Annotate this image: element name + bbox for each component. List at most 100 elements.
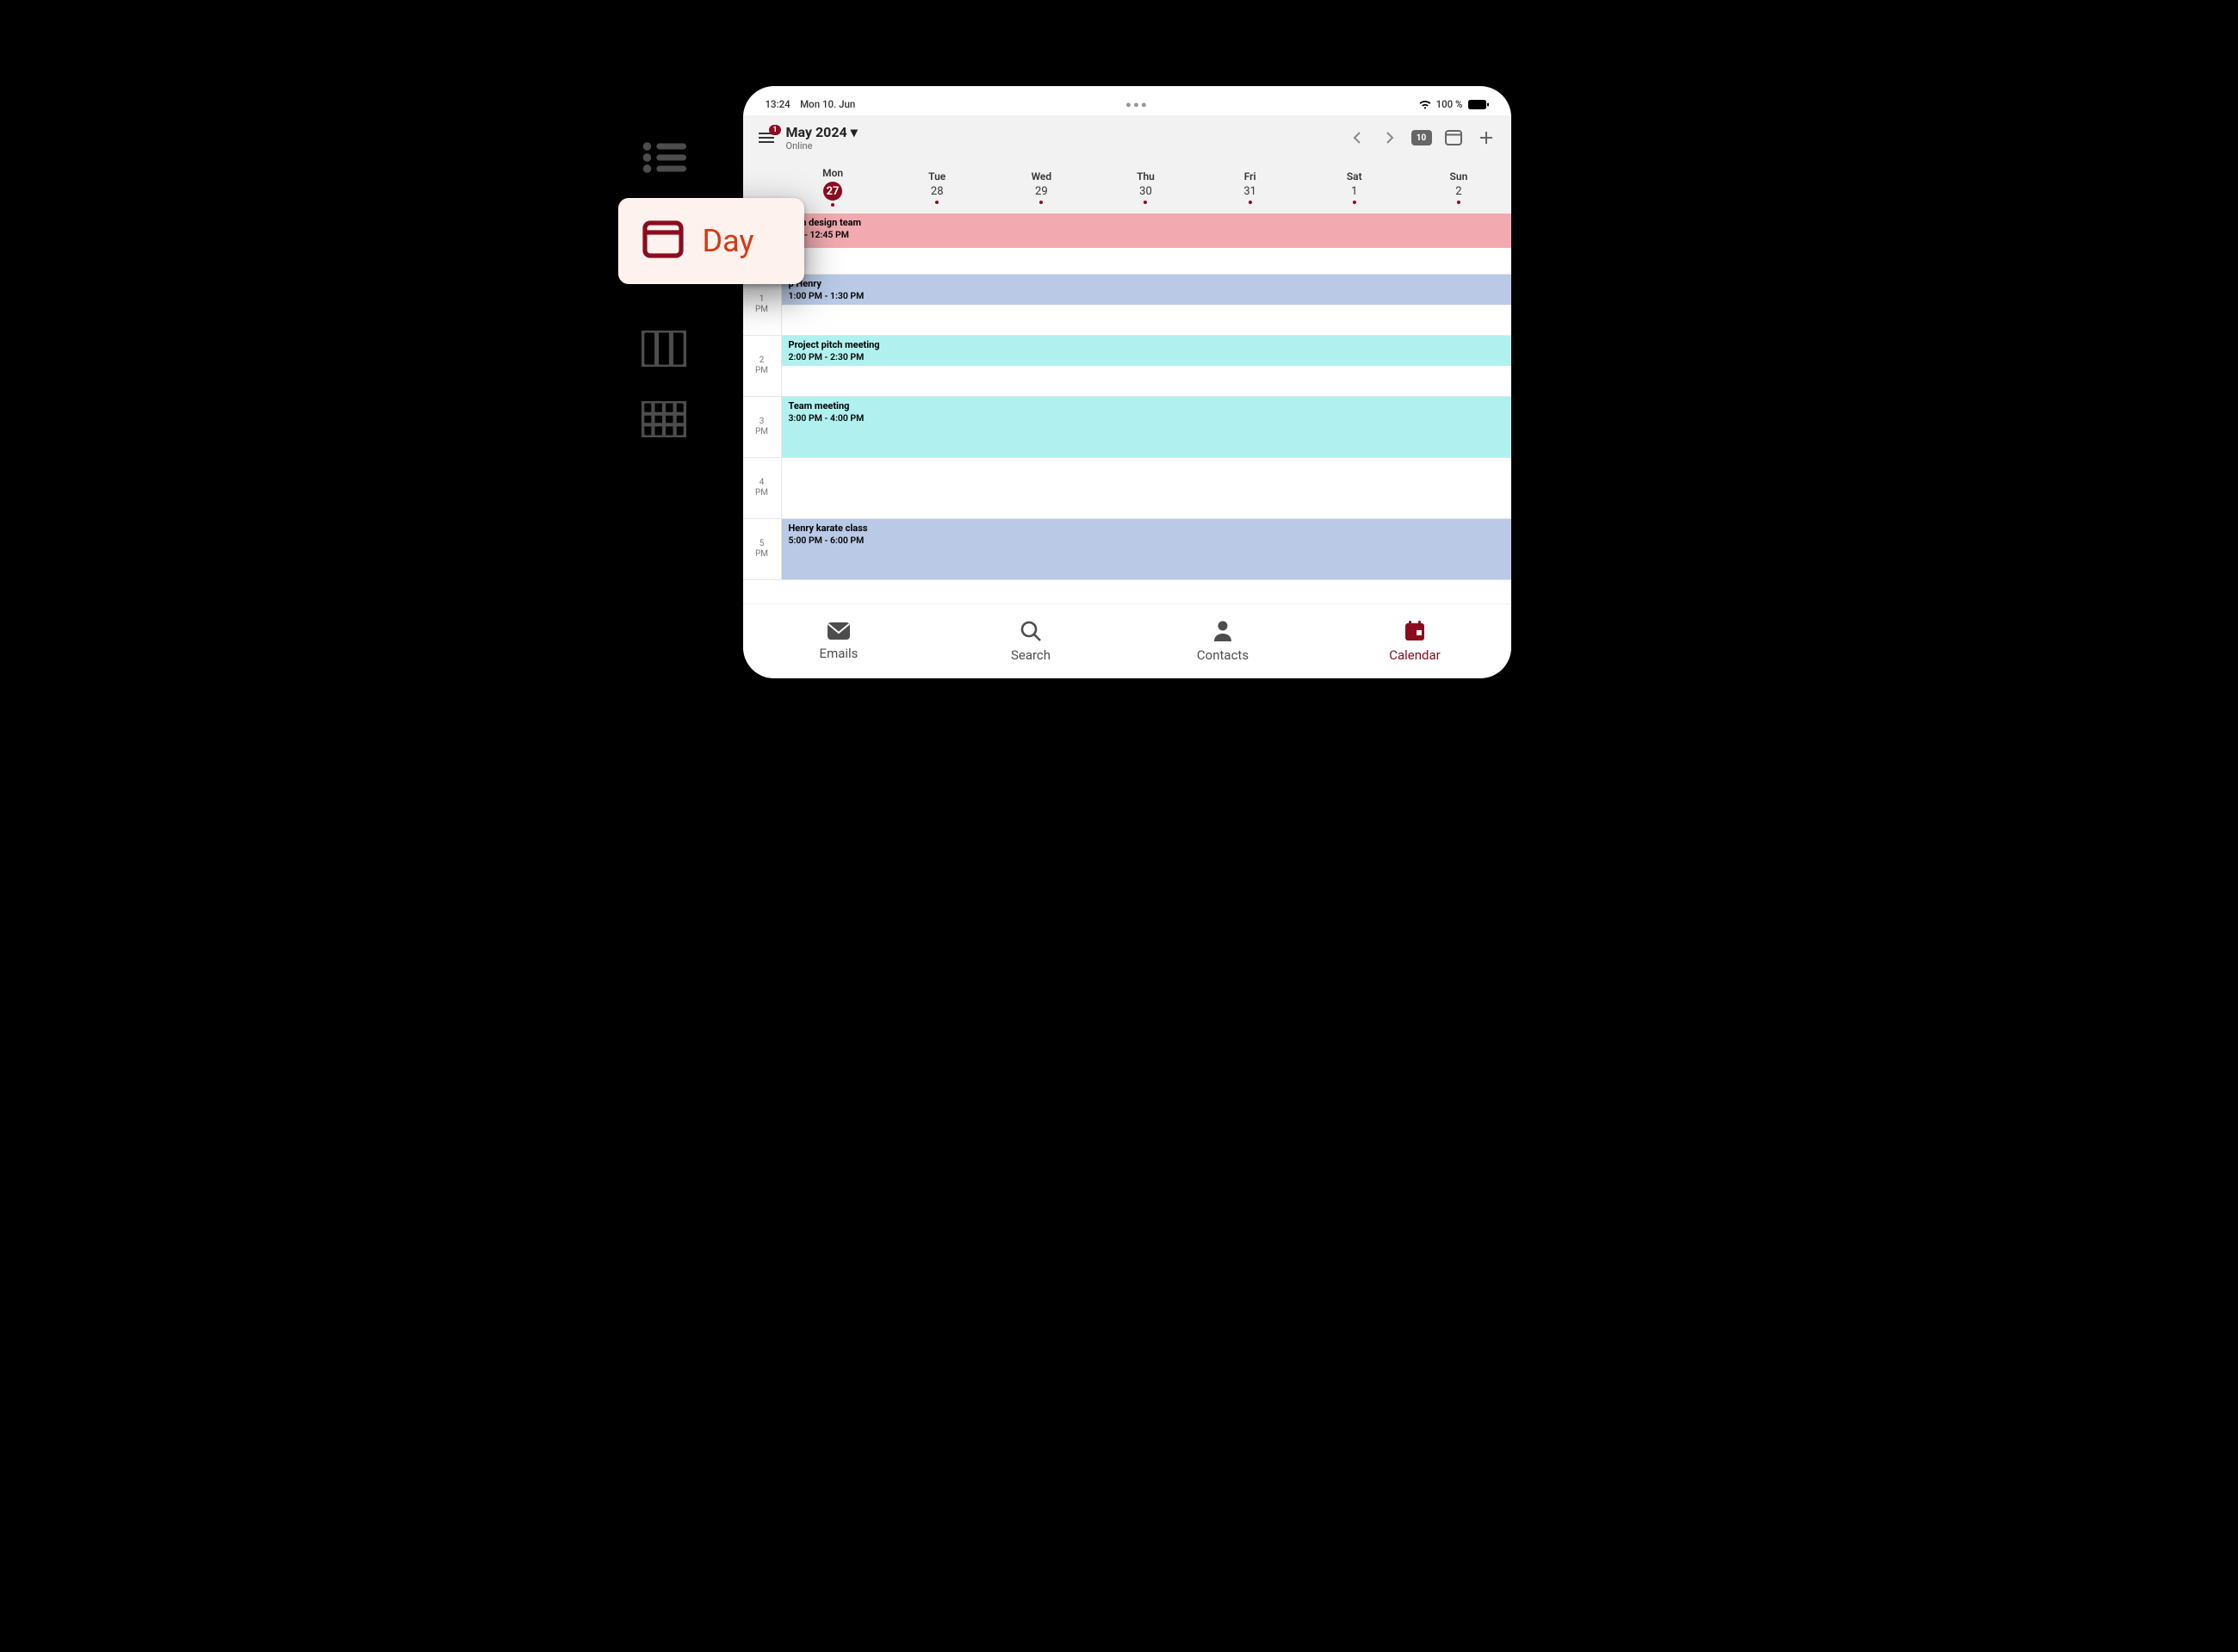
event-dot-icon [1353, 201, 1356, 204]
next-button[interactable] [1379, 127, 1401, 149]
chevron-down-icon: ▾ [851, 124, 858, 140]
view-mode-strip [642, 139, 686, 437]
event-dot-icon [1457, 201, 1460, 204]
day-name: Tue [928, 170, 945, 183]
day-column-fri[interactable]: Fri 31 [1198, 160, 1302, 213]
event-title: with design team [789, 217, 1504, 229]
hour-row[interactable]: 4PM [743, 458, 1511, 519]
hour-content[interactable]: Team meeting3:00 PM - 4:00 PM [782, 397, 1511, 457]
day-name: Mon [822, 167, 843, 179]
day-column-sat[interactable]: Sat 1 [1302, 160, 1406, 213]
day-number: 27 [823, 182, 842, 201]
hour-row[interactable]: 1PMp Henry1:00 PM - 1:30 PM [743, 275, 1511, 336]
hour-row[interactable]: with design teamPM - 12:45 PM [743, 213, 1511, 275]
schedule-grid[interactable]: with design teamPM - 12:45 PM 1PMp Henry1… [743, 213, 1511, 604]
mail-icon [827, 622, 851, 644]
day-number: 31 [1243, 185, 1256, 198]
person-icon [1212, 620, 1233, 646]
today-button[interactable]: 10 [1411, 130, 1432, 145]
event-time: 5:00 PM - 6:00 PM [789, 535, 1504, 547]
ellipsis-icon: ●●● [1125, 98, 1149, 110]
hour-content[interactable]: Project pitch meeting2:00 PM - 2:30 PM [782, 336, 1511, 396]
event-dot-icon [831, 203, 834, 207]
week-view-icon[interactable] [642, 331, 686, 367]
day-view-card[interactable]: Day [618, 198, 804, 284]
hour-label: 3PM [743, 397, 782, 457]
day-number: 1 [1351, 185, 1357, 198]
calendar-event[interactable]: Team meeting3:00 PM - 4:00 PM [782, 397, 1511, 457]
hour-label: 5PM [743, 519, 782, 579]
event-title: Project pitch meeting [789, 339, 1504, 351]
event-time: PM - 12:45 PM [789, 229, 1504, 241]
event-dot-icon [1249, 201, 1252, 204]
menu-button[interactable]: 1 [757, 128, 776, 147]
header-subtitle: Online [786, 140, 858, 152]
bottom-nav: Emails Search Contacts Calendar [743, 603, 1511, 678]
day-name: Wed [1032, 170, 1052, 183]
day-view-label: Day [703, 223, 754, 259]
day-column-sun[interactable]: Sun 2 [1406, 160, 1510, 213]
calendar-event[interactable]: p Henry1:00 PM - 1:30 PM [782, 275, 1511, 305]
day-number: 2 [1455, 185, 1461, 198]
hour-content[interactable] [782, 458, 1511, 518]
hour-content[interactable]: Henry karate class5:00 PM - 6:00 PM [782, 519, 1511, 579]
battery-icon [1468, 100, 1489, 109]
day-name: Sat [1347, 170, 1362, 183]
week-header: Mon 27 Tue 28 Wed 29 Thu30 Fri 31 Sat 1 Sun 2 [743, 160, 1511, 214]
event-time: 2:00 PM - 2:30 PM [789, 351, 1504, 363]
day-column-thu[interactable]: Thu30 [1094, 160, 1198, 213]
add-button[interactable] [1475, 127, 1497, 149]
day-column-tue[interactable]: Tue 28 [885, 160, 989, 213]
day-column-wed[interactable]: Wed 29 [989, 160, 1094, 213]
hour-row[interactable]: 2PMProject pitch meeting2:00 PM - 2:30 P… [743, 336, 1511, 397]
agenda-view-icon[interactable] [642, 139, 686, 176]
hour-content[interactable]: p Henry1:00 PM - 1:30 PM [782, 275, 1511, 335]
nav-calendar[interactable]: Calendar [1319, 604, 1511, 678]
search-icon [1020, 620, 1042, 646]
month-view-icon[interactable] [642, 401, 686, 437]
calendar-event[interactable]: Project pitch meeting2:00 PM - 2:30 PM [782, 336, 1511, 366]
day-number: 28 [931, 185, 944, 198]
event-time: 1:00 PM - 1:30 PM [789, 290, 1504, 302]
menu-badge: 1 [769, 125, 780, 135]
calendar-event[interactable]: with design teamPM - 12:45 PM [782, 213, 1511, 248]
day-name: Sun [1450, 170, 1468, 183]
nav-emails[interactable]: Emails [743, 604, 935, 678]
nav-label: Emails [820, 646, 859, 661]
hour-content[interactable]: with design teamPM - 12:45 PM [782, 213, 1511, 274]
event-title: p Henry [789, 278, 1504, 290]
nav-contacts[interactable]: Contacts [1127, 604, 1319, 678]
event-dot-icon [935, 201, 939, 204]
view-mode-button[interactable] [1442, 127, 1465, 149]
day-name: Fri [1244, 170, 1256, 183]
status-bar: 13:24 Mon 10. Jun ●●● 100 % [766, 95, 1489, 114]
prev-button[interactable] [1346, 127, 1368, 149]
header-title-wrap[interactable]: May 2024 ▾ Online [786, 124, 858, 152]
nav-label: Contacts [1197, 647, 1249, 663]
status-right: 100 % [1419, 98, 1489, 110]
day-number: 29 [1035, 185, 1048, 198]
calendar-icon [1404, 620, 1426, 646]
event-dot-icon [1144, 201, 1147, 204]
header-title: May 2024 [786, 124, 847, 140]
nav-search[interactable]: Search [935, 604, 1127, 678]
hour-row[interactable]: 3PMTeam meeting3:00 PM - 4:00 PM [743, 397, 1511, 458]
calendar-event[interactable]: Henry karate class5:00 PM - 6:00 PM [782, 519, 1511, 579]
nav-label: Calendar [1389, 647, 1441, 663]
event-time: 3:00 PM - 4:00 PM [789, 412, 1504, 424]
day-view-icon [642, 220, 684, 262]
hour-label: 4PM [743, 458, 782, 518]
header-actions: 10 [1346, 127, 1497, 149]
hour-row[interactable]: 5PMHenry karate class5:00 PM - 6:00 PM [743, 519, 1511, 580]
wifi-icon [1419, 100, 1431, 109]
calendar-header: 1 May 2024 ▾ Online 10 [743, 115, 1511, 161]
event-dot-icon [1039, 201, 1043, 204]
hour-label: 2PM [743, 336, 782, 396]
status-date: Mon 10. Jun [800, 98, 855, 110]
battery-percent: 100 % [1436, 98, 1463, 110]
tablet-frame: 13:24 Mon 10. Jun ●●● 100 % 1 [743, 86, 1511, 678]
event-title: Henry karate class [789, 523, 1504, 535]
status-left: 13:24 Mon 10. Jun [766, 98, 856, 110]
day-name: Thu [1137, 170, 1155, 183]
status-time: 13:24 [766, 98, 790, 110]
